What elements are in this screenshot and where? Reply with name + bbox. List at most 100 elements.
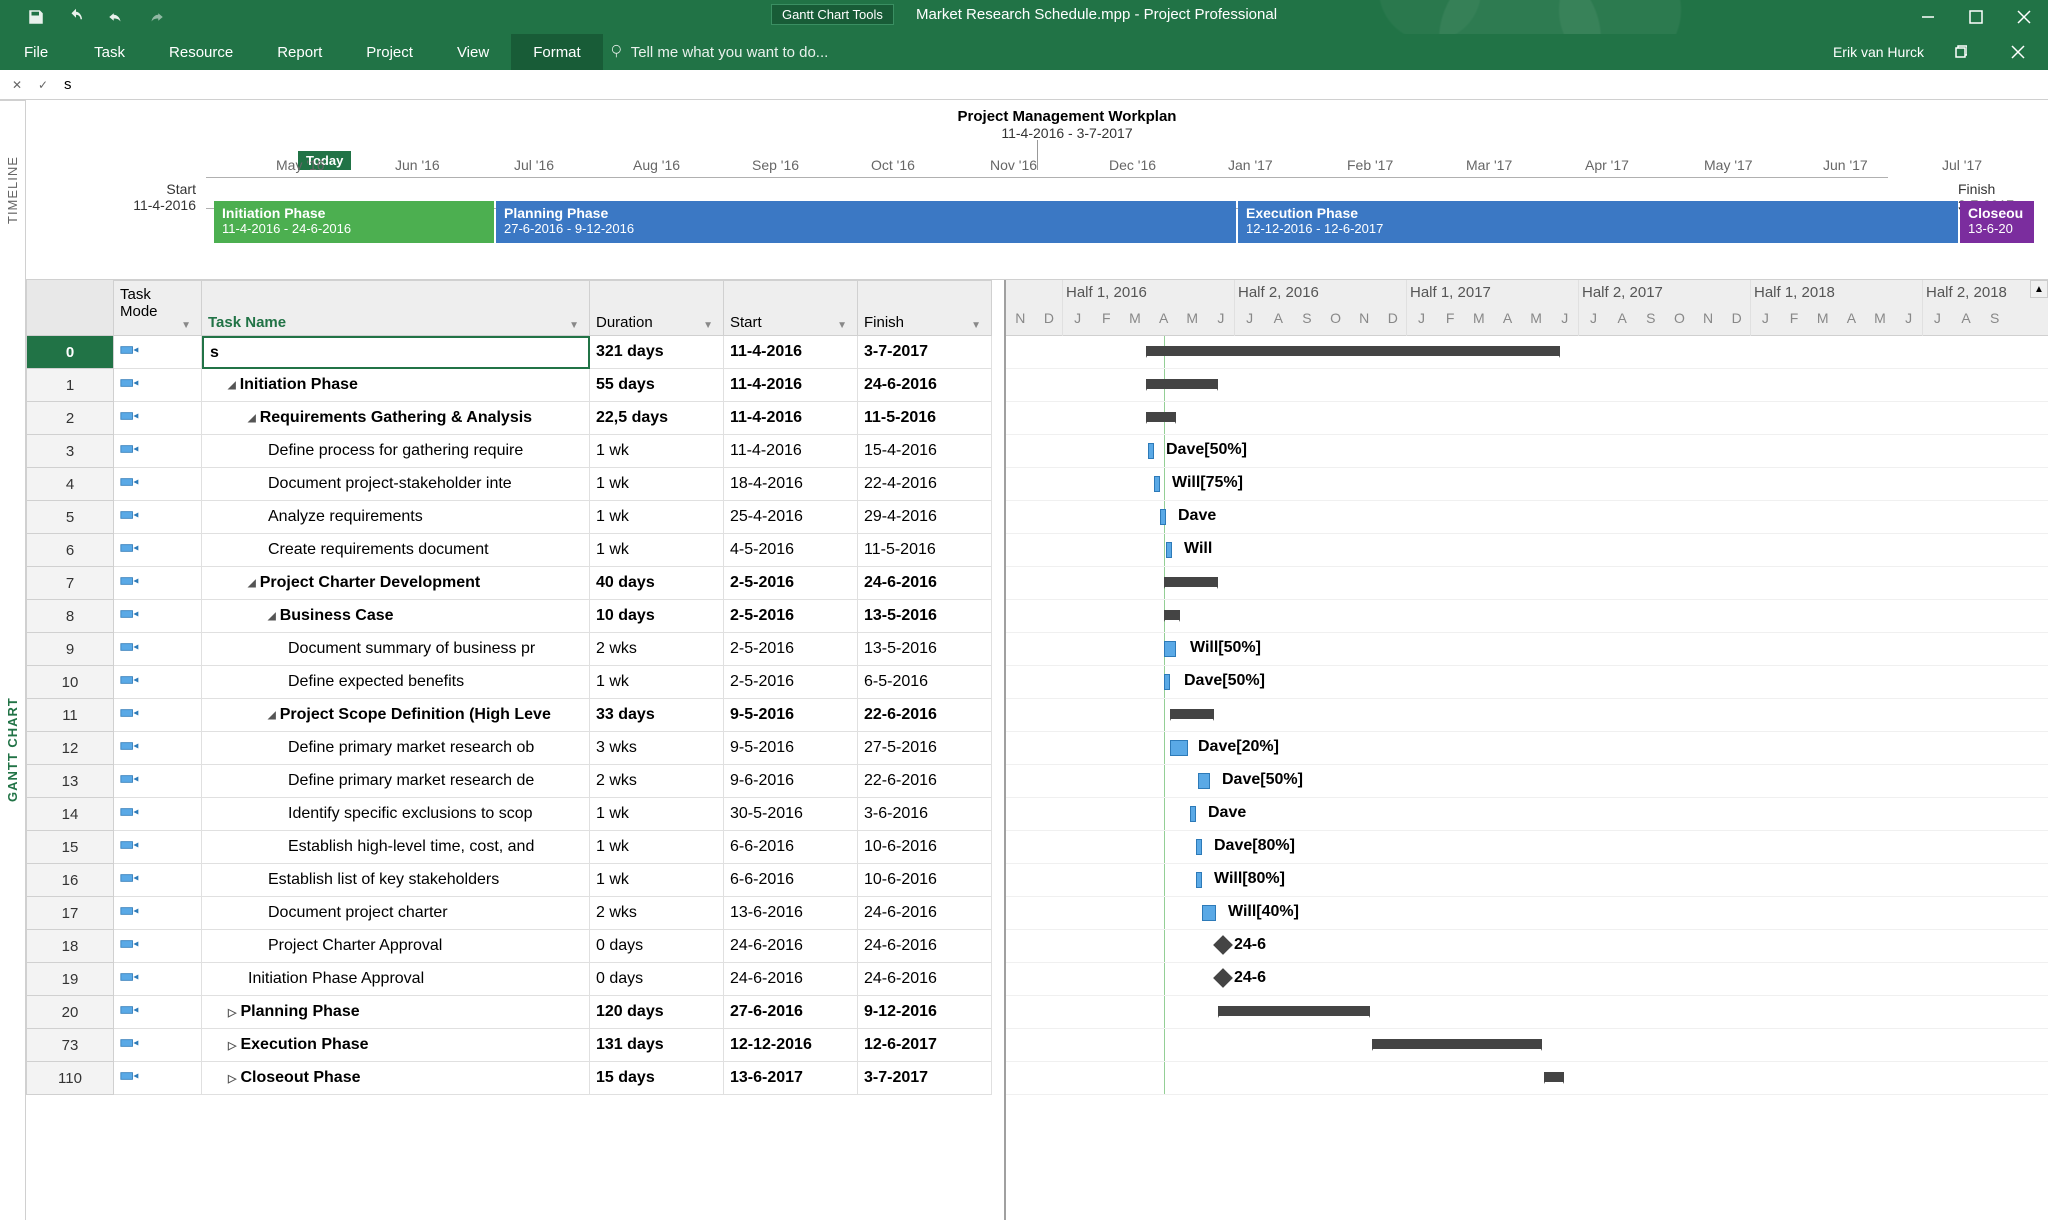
duration-cell[interactable]: 1 wk	[590, 831, 724, 864]
start-cell[interactable]: 2-5-2016	[724, 633, 858, 666]
finish-cell[interactable]: 10-6-2016	[858, 864, 992, 897]
task-name-cell[interactable]: Document project charter	[202, 897, 590, 930]
summary-bar[interactable]	[1146, 346, 1560, 356]
task-mode-cell[interactable]	[114, 402, 202, 435]
task-name-cell[interactable]: ▷Closeout Phase	[202, 1062, 590, 1095]
task-name-cell[interactable]: Analyze requirements	[202, 501, 590, 534]
duration-cell[interactable]: 1 wk	[590, 666, 724, 699]
task-name-cell[interactable]: Define process for gathering require	[202, 435, 590, 468]
task-name-cell[interactable]: ◢Project Scope Definition (High Leve	[202, 699, 590, 732]
task-name-cell[interactable]: ▷Execution Phase	[202, 1029, 590, 1062]
row-number[interactable]: 2	[26, 402, 114, 435]
duration-cell[interactable]: 321 days	[590, 336, 724, 369]
row-number[interactable]: 8	[26, 600, 114, 633]
summary-bar[interactable]	[1170, 709, 1214, 719]
finish-cell[interactable]: 15-4-2016	[858, 435, 992, 468]
task-name-cell[interactable]: Establish high-level time, cost, and	[202, 831, 590, 864]
task-mode-cell[interactable]	[114, 798, 202, 831]
duration-cell[interactable]: 55 days	[590, 369, 724, 402]
row-number[interactable]: 5	[26, 501, 114, 534]
start-cell[interactable]: 9-5-2016	[724, 699, 858, 732]
duration-cell[interactable]: 22,5 days	[590, 402, 724, 435]
tell-me-search[interactable]: Tell me what you want to do...	[609, 44, 829, 61]
start-cell[interactable]: 6-6-2016	[724, 864, 858, 897]
finish-cell[interactable]: 24-6-2016	[858, 930, 992, 963]
duration-cell[interactable]: 1 wk	[590, 534, 724, 567]
task-name-cell[interactable]: Create requirements document	[202, 534, 590, 567]
task-name-cell[interactable]: Define expected benefits	[202, 666, 590, 699]
finish-header[interactable]: Finish▼	[858, 280, 992, 336]
timeline-phase-bar[interactable]: Execution Phase12-12-2016 - 12-6-2017	[1238, 201, 1958, 243]
ribbon-tab-report[interactable]: Report	[255, 34, 344, 70]
row-number[interactable]: 17	[26, 897, 114, 930]
row-number[interactable]: 10	[26, 666, 114, 699]
finish-cell[interactable]: 10-6-2016	[858, 831, 992, 864]
timeline-phase-bar[interactable]: Planning Phase27-6-2016 - 9-12-2016	[496, 201, 1236, 243]
row-number[interactable]: 110	[26, 1062, 114, 1095]
ribbon-tab-view[interactable]: View	[435, 34, 511, 70]
duration-cell[interactable]: 120 days	[590, 996, 724, 1029]
row-number[interactable]: 1	[26, 369, 114, 402]
summary-bar[interactable]	[1372, 1039, 1542, 1049]
duration-cell[interactable]: 2 wks	[590, 897, 724, 930]
finish-cell[interactable]: 22-6-2016	[858, 765, 992, 798]
finish-cell[interactable]: 3-7-2017	[858, 336, 992, 369]
task-bar[interactable]	[1170, 740, 1188, 756]
duration-cell[interactable]: 15 days	[590, 1062, 724, 1095]
duration-header[interactable]: Duration▼	[590, 280, 724, 336]
row-number[interactable]: 18	[26, 930, 114, 963]
finish-cell[interactable]: 9-12-2016	[858, 996, 992, 1029]
row-number[interactable]: 3	[26, 435, 114, 468]
summary-bar[interactable]	[1218, 1006, 1370, 1016]
task-bar[interactable]	[1202, 905, 1216, 921]
finish-cell[interactable]: 24-6-2016	[858, 567, 992, 600]
task-bar[interactable]	[1160, 509, 1166, 525]
finish-cell[interactable]: 6-5-2016	[858, 666, 992, 699]
task-name-cell[interactable]: ◢Project Charter Development	[202, 567, 590, 600]
finish-cell[interactable]: 29-4-2016	[858, 501, 992, 534]
start-cell[interactable]: 2-5-2016	[724, 600, 858, 633]
user-name[interactable]: Erik van Hurck	[1833, 44, 1924, 60]
entry-input[interactable]	[60, 74, 2040, 95]
task-bar[interactable]	[1196, 872, 1202, 888]
row-number[interactable]: 7	[26, 567, 114, 600]
row-number[interactable]: 15	[26, 831, 114, 864]
timeline-rail-label[interactable]: TIMELINE	[0, 100, 25, 280]
milestone-marker[interactable]	[1213, 968, 1233, 988]
close-button[interactable]	[2000, 0, 2048, 34]
start-cell[interactable]: 2-5-2016	[724, 666, 858, 699]
task-name-cell[interactable]: ▷Planning Phase	[202, 996, 590, 1029]
duration-cell[interactable]: 33 days	[590, 699, 724, 732]
row-number[interactable]: 6	[26, 534, 114, 567]
start-cell[interactable]: 11-4-2016	[724, 336, 858, 369]
task-mode-cell[interactable]	[114, 336, 202, 369]
task-bar[interactable]	[1198, 773, 1210, 789]
summary-bar[interactable]	[1146, 412, 1176, 422]
start-cell[interactable]: 11-4-2016	[724, 402, 858, 435]
task-mode-cell[interactable]	[114, 567, 202, 600]
task-bar[interactable]	[1190, 806, 1196, 822]
duration-cell[interactable]: 1 wk	[590, 468, 724, 501]
start-cell[interactable]: 24-6-2016	[724, 930, 858, 963]
summary-bar[interactable]	[1544, 1072, 1564, 1082]
gantt-rail-label[interactable]: GANTT CHART	[0, 280, 25, 1220]
task-name-cell[interactable]: Document project-stakeholder inte	[202, 468, 590, 501]
ribbon-tab-format[interactable]: Format	[511, 34, 603, 70]
ribbon-tab-project[interactable]: Project	[344, 34, 435, 70]
task-name-cell[interactable]: Document summary of business pr	[202, 633, 590, 666]
task-mode-cell[interactable]	[114, 1062, 202, 1095]
finish-cell[interactable]: 12-6-2017	[858, 1029, 992, 1062]
row-number[interactable]: 4	[26, 468, 114, 501]
start-cell[interactable]: 25-4-2016	[724, 501, 858, 534]
restore-window-icon[interactable]	[1938, 34, 1982, 70]
task-bar[interactable]	[1154, 476, 1160, 492]
duration-cell[interactable]: 40 days	[590, 567, 724, 600]
task-name-cell[interactable]: s	[202, 336, 590, 369]
start-cell[interactable]: 9-6-2016	[724, 765, 858, 798]
start-cell[interactable]: 12-12-2016	[724, 1029, 858, 1062]
duration-cell[interactable]: 1 wk	[590, 798, 724, 831]
finish-cell[interactable]: 13-5-2016	[858, 600, 992, 633]
file-tab[interactable]: File	[0, 34, 72, 70]
task-mode-cell[interactable]	[114, 996, 202, 1029]
cancel-entry-icon[interactable]: ✕	[8, 76, 26, 94]
